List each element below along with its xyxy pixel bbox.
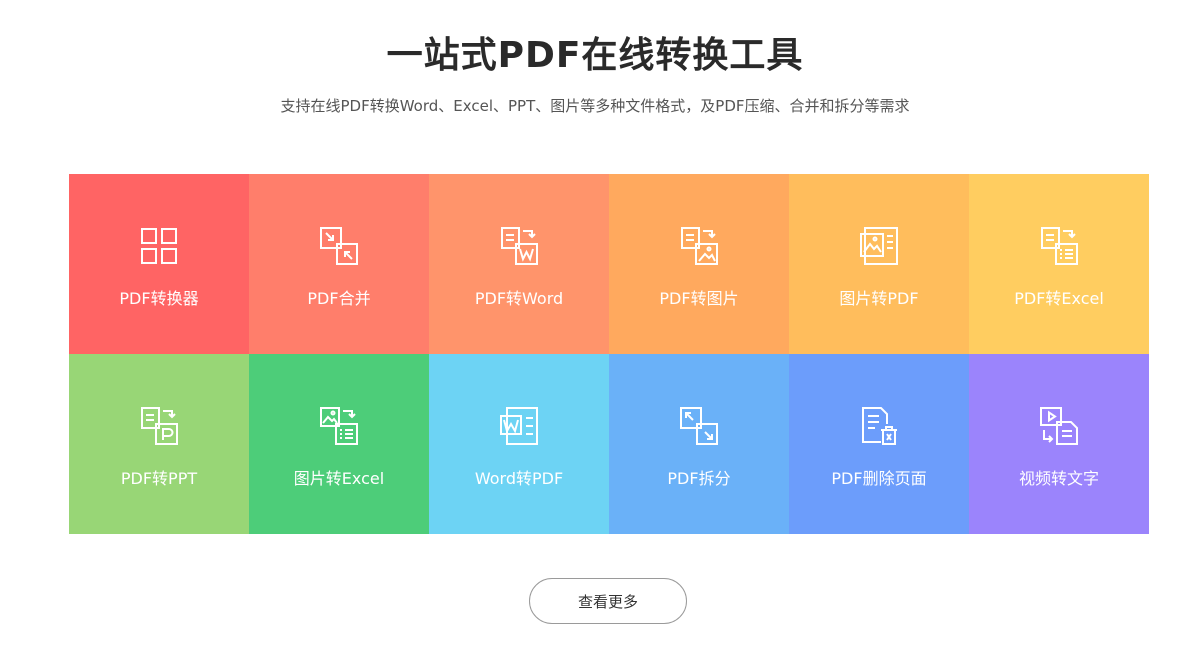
word-to-pdf-icon bbox=[499, 406, 539, 446]
tool-tile-pdf-to-ppt[interactable]: PDF转PPT bbox=[69, 354, 249, 534]
tool-tile-video-to-text[interactable]: 视频转文字 bbox=[969, 354, 1149, 534]
tool-tile-image-to-pdf[interactable]: 图片转PDF bbox=[789, 174, 969, 354]
pdf-to-excel-icon bbox=[1039, 226, 1079, 266]
tool-label: 图片转Excel bbox=[293, 469, 385, 488]
view-more-button[interactable]: 查看更多 bbox=[529, 578, 687, 624]
tool-label: PDF拆分 bbox=[667, 469, 731, 488]
tool-tile-pdf-split[interactable]: PDF拆分 bbox=[609, 354, 789, 534]
tool-grid: PDF转换器 PDF合并 PDF转Word PDF转图片 图片转PDF PDF转… bbox=[69, 174, 1149, 534]
pdf-to-word-icon bbox=[499, 226, 539, 266]
tool-label: PDF转PPT bbox=[120, 469, 198, 488]
tool-label: PDF转Excel bbox=[1014, 289, 1104, 308]
page-subtitle: 支持在线PDF转换Word、Excel、PPT、图片等多种文件格式，及PDF压缩… bbox=[280, 97, 910, 115]
tool-tile-pdf-converter[interactable]: PDF转换器 bbox=[69, 174, 249, 354]
tool-tile-word-to-pdf[interactable]: Word转PDF bbox=[429, 354, 609, 534]
pdf-to-image-icon bbox=[679, 226, 719, 266]
tool-label: 图片转PDF bbox=[839, 289, 919, 308]
grid-icon bbox=[139, 226, 179, 266]
tool-tile-pdf-delete-pages[interactable]: PDF删除页面 bbox=[789, 354, 969, 534]
image-to-pdf-icon bbox=[859, 226, 899, 266]
tool-label: PDF转Word bbox=[474, 289, 564, 308]
pdf-to-ppt-icon bbox=[139, 406, 179, 446]
tool-label: PDF删除页面 bbox=[831, 469, 927, 488]
tool-tile-pdf-to-image[interactable]: PDF转图片 bbox=[609, 174, 789, 354]
video-to-text-icon bbox=[1039, 406, 1079, 446]
tool-tile-pdf-to-excel[interactable]: PDF转Excel bbox=[969, 174, 1149, 354]
tool-label: PDF合并 bbox=[307, 289, 371, 308]
tool-label: 视频转文字 bbox=[1018, 469, 1099, 488]
tool-tile-pdf-to-word[interactable]: PDF转Word bbox=[429, 174, 609, 354]
tool-label: PDF转换器 bbox=[119, 289, 199, 308]
split-icon bbox=[679, 406, 719, 446]
image-to-excel-icon bbox=[319, 406, 359, 446]
delete-pages-icon bbox=[859, 406, 899, 446]
page-title: 一站式PDF在线转换工具 bbox=[386, 35, 804, 76]
tool-label: Word转PDF bbox=[474, 469, 564, 488]
tool-label: PDF转图片 bbox=[659, 289, 739, 308]
tool-tile-pdf-merge[interactable]: PDF合并 bbox=[249, 174, 429, 354]
tool-tile-image-to-excel[interactable]: 图片转Excel bbox=[249, 354, 429, 534]
merge-icon bbox=[319, 226, 359, 266]
